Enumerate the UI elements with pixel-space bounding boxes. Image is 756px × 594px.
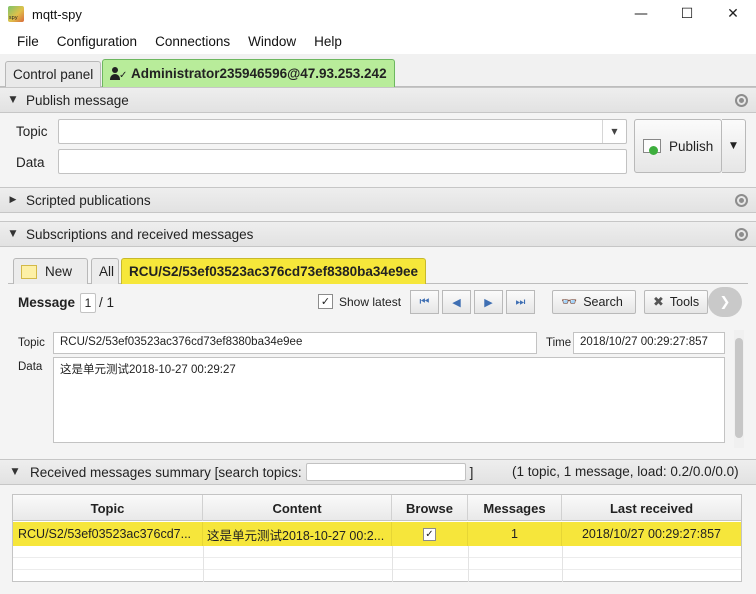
window-title: mqtt-spy [32, 6, 82, 22]
tab-connection[interactable]: ✓ Administrator235946596@47.93.253.242 [102, 59, 395, 87]
summary-header[interactable]: ▼ Received messages summary [search topi… [0, 459, 756, 485]
next-message-button[interactable]: ▶ [474, 290, 503, 314]
publish-data-label: Data [16, 155, 45, 170]
close-button[interactable]: ✕ [710, 0, 756, 28]
chevron-down-icon: ▼ [730, 141, 737, 151]
tab-subscription-topic[interactable]: RCU/S2/53ef03523ac376cd73ef8380ba34e9ee [121, 258, 426, 284]
more-options-button[interactable]: ❯ [708, 287, 742, 317]
publish-button-label: Publish [669, 138, 714, 154]
publish-message-header[interactable]: ▼ Publish message [0, 87, 756, 113]
summary-title: Received messages summary [search topics… [30, 464, 302, 480]
connection-tab-bar: Control panel ✓ Administrator235946596@4… [0, 54, 756, 87]
scripted-publications-header[interactable]: ▶ Scripted publications [0, 187, 756, 213]
publish-topic-label: Topic [16, 124, 48, 139]
menu-bar: File Configuration Connections Window He… [0, 28, 756, 54]
column-header-topic[interactable]: Topic [13, 495, 203, 521]
table-header: Topic Content Browse Messages Last recei… [13, 495, 741, 521]
column-header-messages[interactable]: Messages [468, 495, 562, 521]
chevron-right-icon: ❯ [719, 294, 731, 310]
tools-label: Tools [669, 295, 700, 309]
search-label: Search [583, 295, 623, 309]
message-total-label: / 1 [99, 295, 115, 310]
collapse-arrow-icon: ▼ [9, 229, 17, 239]
window-controls: — ☐ ✕ [618, 0, 756, 28]
empty-table-row [13, 546, 741, 558]
tab-new-subscription[interactable]: New [13, 258, 88, 284]
section-title: Publish message [26, 92, 129, 108]
message-label: Message [18, 295, 76, 310]
binoculars-icon: 👓 [561, 294, 578, 309]
column-divider [562, 546, 563, 582]
collapse-arrow-icon: ▼ [11, 467, 19, 477]
message-time-value[interactable]: 2018/10/27 00:29:27:857 [573, 332, 725, 354]
settings-gear-icon[interactable] [735, 194, 748, 207]
last-message-button[interactable]: ⏭ [506, 290, 535, 314]
empty-table-row [13, 558, 741, 570]
column-divider [392, 546, 393, 582]
menu-help[interactable]: Help [305, 34, 351, 49]
message-data-label: Data [18, 361, 43, 373]
publish-options-dropdown[interactable]: ▼ [722, 119, 746, 173]
settings-gear-icon[interactable] [735, 94, 748, 107]
publish-envelope-icon [643, 139, 661, 155]
new-note-icon [21, 264, 37, 279]
previous-message-button[interactable]: ◀ [442, 290, 471, 314]
chevron-down-icon[interactable]: ▼ [602, 120, 626, 143]
menu-configuration[interactable]: Configuration [48, 34, 146, 49]
scrollbar-thumb[interactable] [735, 338, 743, 438]
column-divider [468, 546, 469, 582]
menu-connections[interactable]: Connections [146, 34, 239, 49]
tab-control-panel[interactable]: Control panel [5, 61, 102, 87]
maximize-button[interactable]: ☐ [664, 0, 710, 28]
show-latest-label: Show latest [339, 294, 402, 309]
title-bar: mqtt-spy — ☐ ✕ [0, 0, 756, 28]
table-row[interactable]: RCU/S2/53ef03523ac376cd7... 这是单元测试2018-1… [13, 522, 741, 546]
tab-new-label: New [45, 264, 73, 279]
collapse-arrow-icon: ▼ [9, 95, 17, 105]
column-header-last-received[interactable]: Last received [562, 495, 741, 521]
column-header-browse[interactable]: Browse [392, 495, 468, 521]
expand-arrow-icon: ▶ [9, 195, 17, 205]
message-topic-value[interactable]: RCU/S2/53ef03523ac376cd73ef8380ba34e9ee [53, 332, 537, 354]
message-data-value[interactable]: 这是单元测试2018-10-27 00:29:27 [53, 357, 725, 443]
tab-all[interactable]: All [91, 258, 119, 284]
publish-button[interactable]: Publish [634, 119, 722, 173]
wrench-icon: ✖ [653, 294, 664, 309]
cell-last-received: 2018/10/27 00:29:27:857 [581, 527, 722, 541]
section-title: Subscriptions and received messages [26, 226, 254, 242]
cell-messages: 1 [468, 522, 562, 546]
settings-gear-icon[interactable] [735, 228, 748, 241]
publish-topic-combobox[interactable]: ▼ [58, 119, 627, 144]
message-topic-label: Topic [18, 337, 45, 349]
menu-window[interactable]: Window [239, 34, 305, 49]
column-header-content[interactable]: Content [203, 495, 392, 521]
subscriptions-header[interactable]: ▼ Subscriptions and received messages [0, 221, 756, 247]
column-divider [203, 546, 204, 582]
publish-data-field[interactable] [58, 149, 627, 174]
first-message-button[interactable]: ⏮ [410, 290, 439, 314]
section-title: Scripted publications [26, 192, 151, 208]
message-scrollbar[interactable] [734, 330, 744, 448]
message-index-field[interactable]: 1 [80, 293, 96, 313]
connection-tab-label: Administrator235946596@47.93.253.242 [131, 66, 387, 81]
connected-user-icon: ✓ [110, 66, 127, 81]
mqtt-spy-app-icon [8, 6, 24, 22]
cell-topic: RCU/S2/53ef03523ac376cd7... [13, 522, 203, 546]
browse-checkbox[interactable]: ✓ [423, 527, 436, 541]
minimize-button[interactable]: — [618, 0, 664, 28]
cell-browse[interactable]: ✓ [392, 522, 468, 546]
search-button[interactable]: 👓 Search [552, 290, 636, 314]
search-topics-input[interactable] [305, 463, 466, 481]
menu-file[interactable]: File [8, 34, 48, 49]
show-latest-checkbox[interactable]: ✓ [318, 294, 333, 309]
cell-content: 这是单元测试2018-10-27 00:2... [203, 522, 392, 546]
summary-table: Topic Content Browse Messages Last recei… [12, 494, 742, 582]
summary-bracket-close: ] [469, 464, 474, 480]
message-time-label: Time [546, 337, 572, 349]
show-latest-toggle[interactable]: ✓ Show latest [318, 294, 401, 309]
summary-stats: (1 topic, 1 message, load: 0.2/0.0/0.0) [512, 464, 739, 479]
tools-button[interactable]: ✖ Tools [644, 290, 708, 314]
